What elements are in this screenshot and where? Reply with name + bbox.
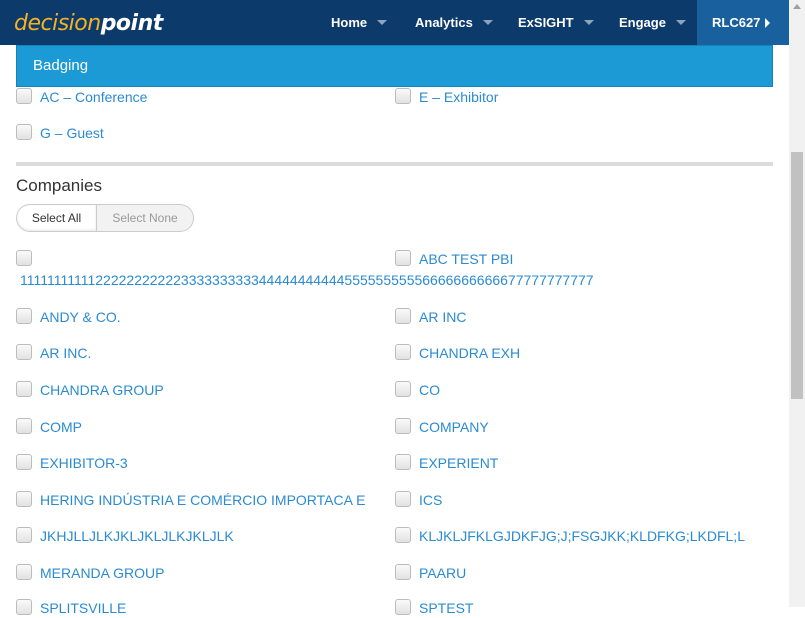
- checkbox[interactable]: [395, 599, 411, 615]
- checkbox[interactable]: [16, 308, 32, 324]
- nav-engage-label: Engage: [619, 15, 666, 30]
- company-label[interactable]: COMPANY: [419, 417, 489, 437]
- nav-engage[interactable]: Engage: [619, 0, 686, 45]
- scrollbar-thumb[interactable]: [791, 152, 803, 399]
- checkbox[interactable]: [395, 527, 411, 543]
- scroll-up-arrow-icon[interactable]: [793, 4, 801, 9]
- checkbox[interactable]: [16, 599, 32, 615]
- user-menu[interactable]: RLC627: [697, 0, 789, 45]
- company-label[interactable]: SPTEST: [419, 598, 473, 618]
- company-label[interactable]: ICS: [419, 490, 442, 510]
- badging-section-header[interactable]: Badging: [16, 45, 773, 87]
- company-label[interactable]: AR INC.: [40, 343, 91, 363]
- nav-analytics-label: Analytics: [415, 15, 473, 30]
- chevron-down-icon: [482, 20, 493, 26]
- checkbox[interactable]: [16, 88, 32, 104]
- checkbox[interactable]: [16, 491, 32, 507]
- companies-title: Companies: [16, 176, 102, 195]
- company-label[interactable]: ANDY & CO.: [40, 307, 121, 327]
- caret-right-icon: [765, 17, 771, 28]
- checkbox[interactable]: [16, 454, 32, 470]
- nav-exsight-label: ExSIGHT: [518, 15, 574, 30]
- select-all-button[interactable]: Select All: [16, 204, 97, 232]
- checkbox-label[interactable]: AC – Conference: [40, 87, 147, 107]
- select-none-button[interactable]: Select None: [97, 204, 194, 232]
- checkbox[interactable]: [16, 250, 32, 266]
- company-label[interactable]: AR INC: [419, 307, 466, 327]
- checkbox[interactable]: [16, 418, 32, 434]
- checkbox[interactable]: [395, 454, 411, 470]
- company-label[interactable]: COMP: [40, 417, 82, 437]
- checkbox[interactable]: [395, 381, 411, 397]
- checkbox[interactable]: [395, 88, 411, 104]
- nav-home-label: Home: [331, 15, 368, 30]
- logo-text-point: point: [100, 11, 164, 36]
- top-nav-bar: decisionpoint Home Analytics ExSIGHT Eng…: [0, 0, 789, 45]
- checkbox[interactable]: [16, 124, 32, 140]
- nav-home[interactable]: Home: [331, 0, 388, 45]
- user-menu-label: RLC627: [712, 15, 761, 30]
- checkbox-label[interactable]: G – Guest: [40, 123, 104, 143]
- checkbox[interactable]: [395, 564, 411, 580]
- company-label[interactable]: EXPERIENT: [419, 453, 498, 473]
- company-label[interactable]: JKHJLLJLKJKLJKLJLKJKLJLK: [40, 526, 234, 546]
- company-label[interactable]: HERING INDÚSTRIA E COMÉRCIO IMPORTACA E: [40, 490, 365, 510]
- checkbox[interactable]: [16, 527, 32, 543]
- checkbox[interactable]: [395, 308, 411, 324]
- logo-text-decision: decision: [14, 11, 101, 36]
- checkbox-label[interactable]: E – Exhibitor: [419, 87, 498, 107]
- nav-exsight[interactable]: ExSIGHT: [518, 0, 594, 45]
- company-label[interactable]: CHANDRA EXH: [419, 343, 520, 363]
- decisionpoint-logo[interactable]: decisionpoint: [14, 10, 163, 38]
- checkbox[interactable]: [16, 564, 32, 580]
- chevron-down-icon: [583, 20, 594, 26]
- checkbox[interactable]: [395, 344, 411, 360]
- company-label[interactable]: PAARU: [419, 563, 466, 583]
- company-label[interactable]: KLJKLJFKLGJDKFJG;J;FSGJKK;KLDFKG;LKDFL;L: [419, 526, 745, 546]
- checkbox[interactable]: [16, 344, 32, 360]
- company-label[interactable]: EXHIBITOR-3: [40, 453, 128, 473]
- section-divider: [16, 162, 773, 166]
- checkbox[interactable]: [16, 381, 32, 397]
- company-label[interactable]: ABC TEST PBI: [419, 249, 513, 269]
- checkbox[interactable]: [395, 250, 411, 266]
- checkbox[interactable]: [395, 418, 411, 434]
- company-label[interactable]: CHANDRA GROUP: [40, 380, 164, 400]
- company-label[interactable]: CO: [419, 380, 440, 400]
- nav-analytics[interactable]: Analytics: [415, 0, 493, 45]
- company-label[interactable]: SPLITSVILLE: [40, 598, 126, 618]
- badging-title: Badging: [33, 57, 89, 74]
- checkbox[interactable]: [395, 491, 411, 507]
- chevron-down-icon: [675, 20, 686, 26]
- chevron-down-icon: [377, 20, 388, 26]
- company-label[interactable]: 1111111111122222222222333333333344444444…: [20, 270, 594, 290]
- company-label[interactable]: MERANDA GROUP: [40, 563, 164, 583]
